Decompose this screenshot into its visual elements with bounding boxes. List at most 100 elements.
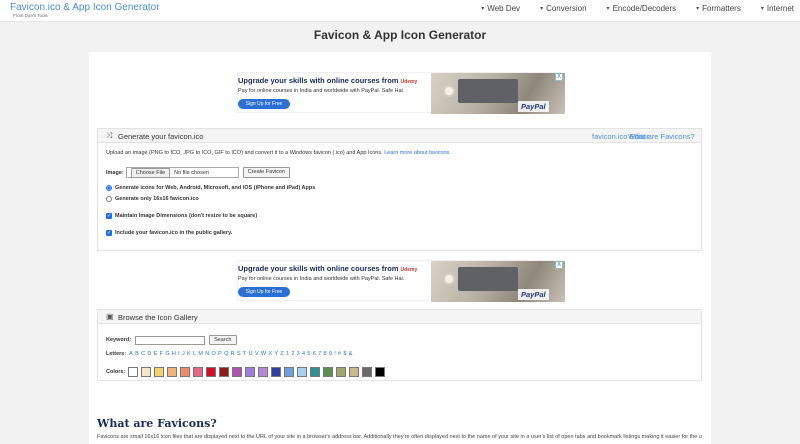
letter-link[interactable]: M bbox=[198, 351, 203, 357]
letter-link[interactable]: C bbox=[141, 351, 145, 357]
radio-only-favicon[interactable] bbox=[106, 196, 112, 202]
letter-link[interactable]: 8 bbox=[323, 351, 326, 357]
color-swatch[interactable] bbox=[180, 367, 191, 377]
letter-link[interactable]: $ bbox=[343, 351, 346, 357]
color-swatch[interactable] bbox=[323, 367, 334, 377]
color-swatch[interactable] bbox=[271, 367, 282, 377]
letter-link[interactable]: B bbox=[135, 351, 139, 357]
letter-link[interactable]: 2 bbox=[291, 351, 294, 357]
maintain-dims-row[interactable]: ✓ Maintain Image Dimensions (don't resiz… bbox=[106, 213, 257, 219]
letter-link[interactable]: 1 bbox=[286, 351, 289, 357]
ad-close-icon[interactable]: X bbox=[555, 73, 563, 81]
letter-link[interactable]: H bbox=[172, 351, 176, 357]
panel-title: Generate your favicon.ico bbox=[118, 132, 204, 141]
letter-link[interactable]: E bbox=[154, 351, 158, 357]
letter-link[interactable]: I bbox=[178, 351, 180, 357]
include-gallery-row[interactable]: ✓ Include your favicon.ico in the public… bbox=[106, 230, 232, 236]
letter-link[interactable]: U bbox=[249, 351, 253, 357]
color-swatch[interactable] bbox=[219, 367, 230, 377]
option-only-label: Generate only 16x16 favicon.ico bbox=[115, 196, 199, 202]
letter-link[interactable]: N bbox=[205, 351, 209, 357]
ad-banner[interactable]: Upgrade your skills with online courses … bbox=[237, 72, 565, 114]
color-swatch[interactable] bbox=[310, 367, 321, 377]
letter-link[interactable]: 5 bbox=[307, 351, 310, 357]
image-row: Image: Choose File No file chosen Create… bbox=[106, 167, 291, 178]
search-button[interactable]: Search bbox=[209, 335, 237, 345]
color-swatch[interactable] bbox=[297, 367, 308, 377]
ad-signup-button[interactable]: Sign Up for Free bbox=[238, 99, 290, 109]
letter-link[interactable]: V bbox=[255, 351, 259, 357]
color-swatch[interactable] bbox=[258, 367, 269, 377]
letter-link[interactable]: O bbox=[212, 351, 216, 357]
letter-link[interactable]: W bbox=[261, 351, 266, 357]
color-swatch[interactable] bbox=[245, 367, 256, 377]
letter-link[interactable]: & bbox=[349, 351, 353, 357]
letter-link[interactable]: P bbox=[218, 351, 222, 357]
letter-link[interactable]: S bbox=[237, 351, 241, 357]
letter-link[interactable]: ! bbox=[334, 351, 336, 357]
option-only-row[interactable]: Generate only 16x16 favicon.ico bbox=[106, 196, 199, 202]
color-swatch[interactable] bbox=[193, 367, 204, 377]
letter-link[interactable]: G bbox=[165, 351, 169, 357]
learn-more-link[interactable]: Learn more about favicons. bbox=[384, 150, 451, 156]
letter-link[interactable]: 9 bbox=[329, 351, 332, 357]
radio-all-icons[interactable] bbox=[106, 185, 112, 191]
color-swatch[interactable] bbox=[362, 367, 373, 377]
ad-headline: Upgrade your skills with online courses … bbox=[238, 264, 418, 273]
letter-link[interactable]: D bbox=[147, 351, 151, 357]
color-swatch[interactable] bbox=[284, 367, 295, 377]
ad-image-cup bbox=[443, 273, 455, 285]
color-swatch[interactable] bbox=[375, 367, 386, 377]
letter-link[interactable]: J bbox=[182, 351, 185, 357]
nav-internet[interactable]: ▾ Internet bbox=[761, 4, 794, 13]
create-favicon-button[interactable]: Create Favicon bbox=[242, 167, 291, 178]
color-swatch[interactable] bbox=[336, 367, 347, 377]
panel-title: Browse the Icon Gallery bbox=[118, 313, 198, 322]
colors-label: Colors: bbox=[106, 369, 126, 375]
keyword-label: Keyword: bbox=[106, 337, 132, 343]
ad-signup-button[interactable]: Sign Up for Free bbox=[238, 287, 290, 297]
option-all-row[interactable]: Generate icons for Web, Android, Microso… bbox=[106, 185, 315, 191]
color-swatch[interactable] bbox=[128, 367, 139, 377]
chevron-down-icon: ▾ bbox=[481, 6, 485, 12]
color-swatch[interactable] bbox=[232, 367, 243, 377]
include-gallery-checkbox[interactable]: ✓ bbox=[106, 230, 112, 236]
letter-link[interactable]: 6 bbox=[313, 351, 316, 357]
color-swatch[interactable] bbox=[349, 367, 360, 377]
letters-row: Letters: ABCDEFGHIJKLMNOPQRSTUVWXYZ12345… bbox=[106, 351, 355, 357]
color-swatch[interactable] bbox=[154, 367, 165, 377]
letter-link[interactable]: 3 bbox=[297, 351, 300, 357]
letter-link[interactable]: 7 bbox=[318, 351, 321, 357]
ad-banner[interactable]: Upgrade your skills with online courses … bbox=[237, 260, 565, 302]
nav-formatters[interactable]: ▾ Formatters bbox=[696, 4, 741, 13]
letter-link[interactable]: F bbox=[160, 351, 163, 357]
letter-link[interactable]: T bbox=[243, 351, 246, 357]
nav-web-dev[interactable]: ▾ Web Dev bbox=[481, 4, 520, 13]
choose-file-button[interactable]: Choose File bbox=[130, 167, 171, 178]
letter-link[interactable]: L bbox=[193, 351, 196, 357]
color-swatch[interactable] bbox=[141, 367, 152, 377]
file-input[interactable]: Choose File No file chosen bbox=[125, 167, 239, 178]
color-swatch[interactable] bbox=[206, 367, 217, 377]
maintain-dims-label: Maintain Image Dimensions (don't resize … bbox=[115, 213, 258, 219]
nav-conversion[interactable]: ▾ Conversion bbox=[540, 4, 586, 13]
panel-header: ▣ Browse the Icon Gallery bbox=[98, 310, 701, 324]
color-swatch[interactable] bbox=[167, 367, 178, 377]
letter-link[interactable]: K bbox=[187, 351, 191, 357]
letter-link[interactable]: A bbox=[129, 351, 133, 357]
letter-link[interactable]: Z bbox=[280, 351, 283, 357]
page-title: Favicon & App Icon Generator bbox=[313, 28, 487, 42]
what-are-favicons-link[interactable]: What are Favicons? bbox=[628, 132, 695, 141]
letter-link[interactable]: 4 bbox=[302, 351, 305, 357]
letter-link[interactable]: # bbox=[338, 351, 341, 357]
nav-encode-decoders[interactable]: ▾ Encode/Decoders bbox=[607, 4, 677, 13]
maintain-dims-checkbox[interactable]: ✓ bbox=[106, 213, 112, 219]
site-title-link[interactable]: Favicon.ico & App Icon Generator bbox=[10, 2, 160, 13]
letter-link[interactable]: X bbox=[268, 351, 272, 357]
keyword-input[interactable] bbox=[135, 335, 206, 345]
letter-link[interactable]: Y bbox=[274, 351, 278, 357]
generate-favicon-panel: ⤨ Generate your favicon.ico favicon.ico … bbox=[97, 128, 702, 251]
letter-link[interactable]: R bbox=[231, 351, 235, 357]
ad-close-icon[interactable]: X bbox=[555, 261, 563, 269]
letter-link[interactable]: Q bbox=[224, 351, 228, 357]
